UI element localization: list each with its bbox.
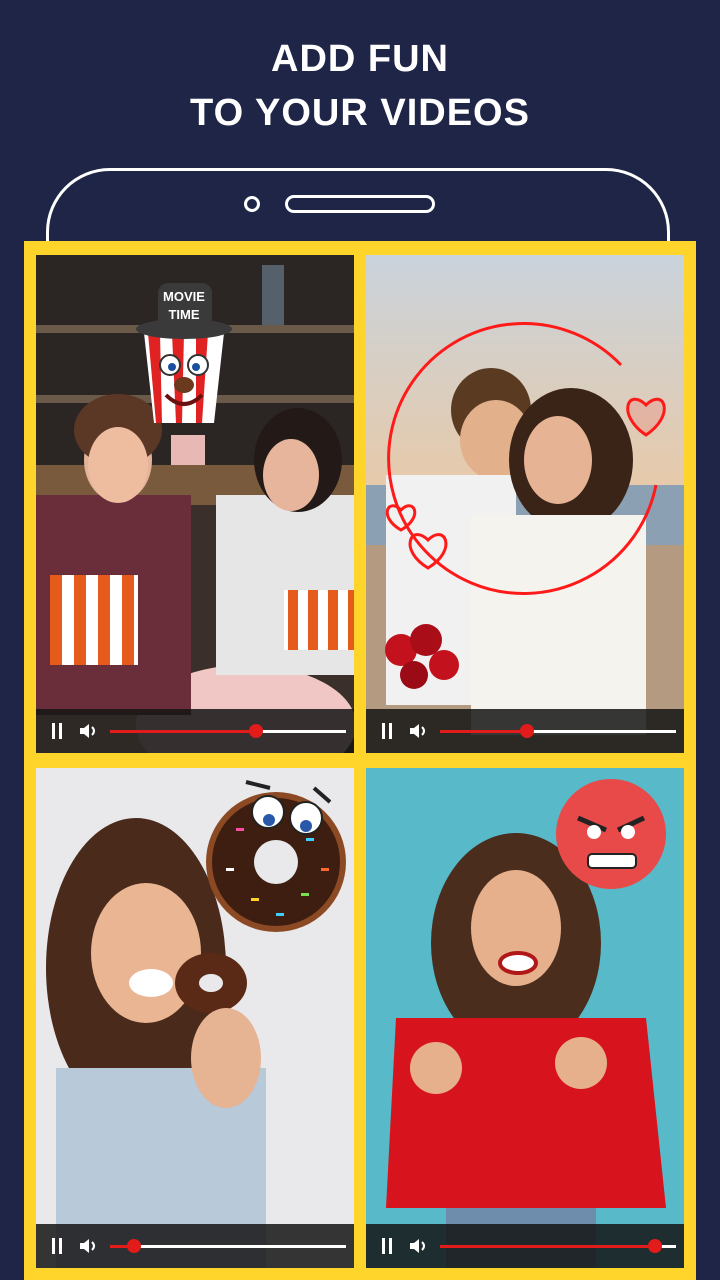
progress-thumb[interactable] bbox=[249, 724, 264, 738]
progress-thumb[interactable] bbox=[126, 1239, 141, 1253]
progress-track[interactable] bbox=[110, 724, 346, 738]
angry-emoji-sticker bbox=[556, 779, 666, 889]
progress-thumb[interactable] bbox=[520, 724, 535, 738]
volume-icon[interactable] bbox=[78, 721, 100, 741]
video-tile-friends-popcorn[interactable]: MOVIE TIME bbox=[36, 255, 354, 753]
progress-track[interactable] bbox=[440, 724, 676, 738]
volume-icon[interactable] bbox=[408, 1236, 430, 1256]
video-frame-angry-woman bbox=[366, 768, 684, 1268]
video-controls bbox=[36, 1224, 354, 1268]
volume-icon[interactable] bbox=[408, 721, 430, 741]
phone-speaker-icon bbox=[285, 195, 435, 213]
progress-fill bbox=[440, 730, 528, 733]
progress-track[interactable] bbox=[440, 1239, 676, 1253]
video-tile-couple-beach[interactable] bbox=[366, 255, 684, 753]
pause-icon[interactable] bbox=[50, 723, 64, 739]
video-tile-woman-donut[interactable] bbox=[36, 768, 354, 1268]
progress-track[interactable] bbox=[110, 1239, 346, 1253]
progress-fill bbox=[440, 1245, 655, 1248]
headline-line-2: TO YOUR VIDEOS bbox=[190, 92, 530, 134]
video-frame-woman-donut bbox=[36, 768, 354, 1268]
pause-icon[interactable] bbox=[380, 723, 394, 739]
video-frame-friends-popcorn: MOVIE TIME bbox=[36, 255, 354, 753]
video-tile-angry-woman[interactable] bbox=[366, 768, 684, 1268]
headline-line-1: ADD FUN bbox=[271, 38, 449, 80]
volume-icon[interactable] bbox=[78, 1236, 100, 1256]
pause-icon[interactable] bbox=[380, 1238, 394, 1254]
progress-fill bbox=[110, 730, 257, 733]
headline: ADD FUN TO YOUR VIDEOS bbox=[0, 32, 720, 140]
sticker-text-movie: MOVIE bbox=[163, 289, 205, 304]
video-controls bbox=[366, 709, 684, 753]
video-controls bbox=[366, 1224, 684, 1268]
video-controls bbox=[36, 709, 354, 753]
progress-thumb[interactable] bbox=[647, 1239, 662, 1253]
video-frame-couple-beach bbox=[366, 255, 684, 753]
pause-icon[interactable] bbox=[50, 1238, 64, 1254]
phone-camera-icon bbox=[244, 196, 260, 212]
sticker-text-time: TIME bbox=[168, 307, 199, 322]
